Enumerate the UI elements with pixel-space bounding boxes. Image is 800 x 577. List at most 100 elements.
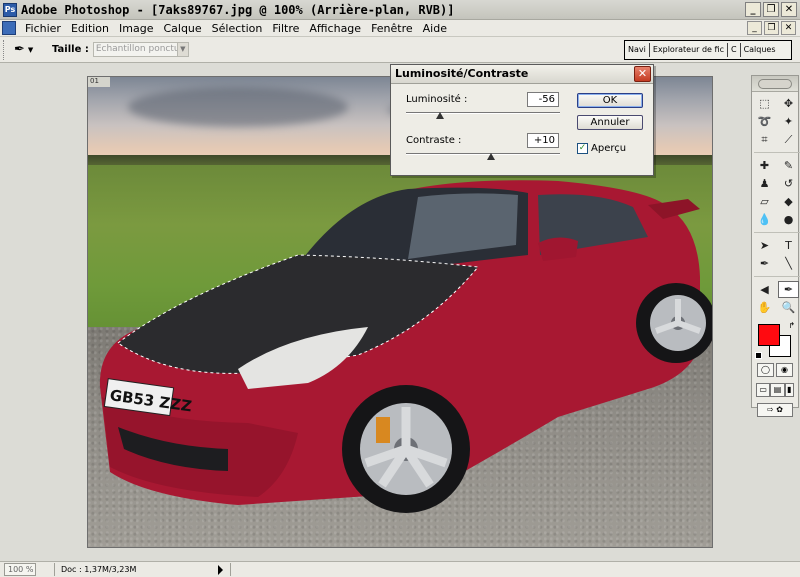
tab-c[interactable]: C	[728, 43, 741, 57]
type-tool-icon[interactable]: T	[778, 237, 799, 254]
jump-to-imageready-icon[interactable]: ⇨ ✿	[757, 403, 793, 417]
path-selection-icon[interactable]: ➤	[754, 237, 775, 254]
dodge-tool-icon[interactable]: ●	[778, 211, 799, 228]
pen-tool-icon[interactable]: ✒	[754, 255, 775, 272]
mask-mode-row: ◯ ◉	[752, 360, 798, 380]
toolbox-header[interactable]	[752, 76, 798, 92]
brightness-thumb[interactable]	[435, 112, 444, 119]
minimize-icon[interactable]: _	[745, 2, 761, 17]
blur-tool-icon[interactable]: 💧	[754, 211, 775, 228]
eyedropper-icon: ✒	[14, 42, 25, 57]
document-corner: 01	[88, 77, 110, 87]
magic-wand-icon[interactable]: ✦	[778, 113, 799, 130]
tab-layers[interactable]: Calques	[741, 43, 779, 57]
swap-colors-icon[interactable]: ↱	[788, 321, 795, 330]
preview-checkbox[interactable]: ✓ Aperçu	[577, 143, 626, 154]
toolbox-divider	[754, 149, 800, 153]
toolbox-divider	[754, 229, 800, 233]
slice-tool-icon[interactable]: ⟋	[778, 131, 799, 148]
cancel-button[interactable]: Annuler	[577, 115, 643, 130]
brightness-track	[406, 112, 560, 114]
status-message	[230, 563, 796, 576]
close-icon[interactable]: ✕	[781, 2, 797, 17]
marquee-tool-icon[interactable]: ⬚	[754, 95, 775, 112]
menu-fenetre[interactable]: Fenêtre	[366, 22, 418, 35]
standard-mode-icon[interactable]: ◯	[757, 363, 774, 377]
menu-filtre[interactable]: Filtre	[267, 22, 304, 35]
menu-edition[interactable]: Edition	[66, 22, 114, 35]
screen-mode-row: ▭ ▤ ▮	[752, 380, 798, 400]
full-screen-icon[interactable]: ▮	[784, 383, 795, 397]
tab-file-browser[interactable]: Explorateur de fic	[650, 43, 728, 57]
brightness-label: Luminosité :	[406, 94, 468, 105]
restore-icon[interactable]: ❐	[763, 2, 779, 17]
history-brush-icon[interactable]: ↺	[778, 175, 799, 192]
eyedropper-icon[interactable]: ✒	[778, 281, 799, 298]
doc-close-icon[interactable]: ✕	[781, 21, 796, 35]
menu-image[interactable]: Image	[114, 22, 158, 35]
full-screen-menu-icon[interactable]: ▤	[770, 383, 785, 397]
contrast-thumb[interactable]	[486, 153, 495, 160]
eraser-tool-icon[interactable]: ▱	[754, 193, 775, 210]
contrast-track	[406, 153, 560, 155]
lasso-tool-icon[interactable]: ➰	[754, 113, 775, 130]
contrast-label: Contraste :	[406, 135, 462, 146]
brightness-field[interactable]: -56	[527, 92, 559, 107]
options-bar: ✒ ▼ Taille : Echantillon ponctuel ▼ Navi …	[0, 37, 800, 63]
tool-preset-picker[interactable]: ✒ ▼	[14, 40, 42, 60]
options-grip[interactable]	[3, 39, 6, 60]
move-tool-icon[interactable]: ✥	[778, 95, 799, 112]
toolbox-divider	[754, 273, 800, 277]
zoom-field[interactable]: 100 %	[4, 563, 36, 576]
hand-tool-icon[interactable]: ✋	[754, 299, 775, 316]
menu-aide[interactable]: Aide	[418, 22, 452, 35]
color-swatches: ↱	[752, 320, 798, 360]
window-controls: _ ❐ ✕	[745, 2, 797, 17]
window-title: Adobe Photoshop - [7aks89767.jpg @ 100% …	[21, 2, 455, 17]
status-bar: 100 % Doc : 1,37M/3,23M	[0, 561, 800, 577]
photoshop-icon[interactable]: Ps	[3, 2, 17, 17]
close-icon[interactable]: ✕	[634, 66, 651, 82]
title-bar: Ps Adobe Photoshop - [7aks89767.jpg @ 10…	[0, 0, 800, 20]
dialog-title: Luminosité/Contraste	[395, 67, 529, 80]
contrast-field[interactable]: +10	[527, 133, 559, 148]
menu-selection[interactable]: Sélection	[207, 22, 268, 35]
checkbox-icon[interactable]: ✓	[577, 143, 588, 154]
notes-tool-icon[interactable]: ◀	[754, 281, 775, 298]
document-menu-icon[interactable]	[2, 21, 16, 35]
clone-stamp-icon[interactable]: ♟	[754, 175, 775, 192]
standard-screen-icon[interactable]: ▭	[756, 383, 771, 397]
brightness-slider[interactable]	[406, 109, 560, 119]
menu-fichier[interactable]: Fichier	[20, 22, 66, 35]
size-label: Taille :	[52, 44, 89, 55]
feather-icon[interactable]	[758, 79, 792, 89]
menu-affichage[interactable]: Affichage	[304, 22, 366, 35]
palette-well: Navi Explorateur de fic C Calques	[624, 40, 792, 60]
healing-brush-icon[interactable]: ✚	[754, 157, 775, 174]
chevron-down-icon: ▼	[27, 45, 34, 54]
default-colors-icon[interactable]	[755, 352, 762, 359]
sample-size-select[interactable]: Echantillon ponctuel ▼	[92, 42, 189, 57]
doc-minimize-icon[interactable]: _	[747, 21, 762, 35]
doc-restore-icon[interactable]: ❐	[764, 21, 779, 35]
tab-navigator[interactable]: Navi	[625, 43, 650, 57]
status-divider	[54, 563, 55, 576]
contrast-slider[interactable]	[406, 150, 560, 160]
toolbox: ⬚ ✥ ➰ ✦ ⌗ ⟋ ✚ ✎ ♟ ↺ ▱ ◆ 💧 ● ➤ T ✒ ╲ ◀ ✒ …	[751, 75, 800, 417]
menu-bar: Fichier Edition Image Calque Sélection F…	[0, 20, 800, 37]
ok-button[interactable]: OK	[577, 93, 643, 108]
paint-bucket-icon[interactable]: ◆	[778, 193, 799, 210]
crop-tool-icon[interactable]: ⌗	[754, 131, 775, 148]
menu-calque[interactable]: Calque	[158, 22, 206, 35]
document-controls: _ ❐ ✕	[747, 21, 796, 35]
chevron-down-icon: ▼	[176, 43, 188, 56]
quick-mask-icon[interactable]: ◉	[776, 363, 793, 377]
brightness-contrast-dialog: Luminosité/Contraste ✕ Luminosité : -56 …	[390, 64, 654, 176]
line-tool-icon[interactable]: ╲	[778, 255, 799, 272]
zoom-tool-icon[interactable]: 🔍	[778, 299, 799, 316]
foreground-color[interactable]	[758, 324, 780, 346]
brush-tool-icon[interactable]: ✎	[778, 157, 799, 174]
document-info: Doc : 1,37M/3,23M	[61, 565, 137, 574]
status-menu-arrow-icon[interactable]	[218, 565, 223, 575]
dialog-title-bar[interactable]: Luminosité/Contraste ✕	[391, 65, 653, 84]
